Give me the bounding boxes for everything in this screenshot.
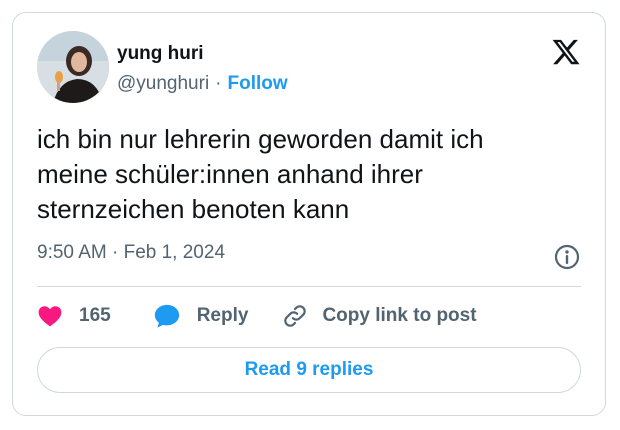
- author-handle[interactable]: @yunghuri: [117, 73, 209, 94]
- like-button[interactable]: 165: [37, 303, 111, 329]
- tweet-card: yung huri @yunghuri · Follow ich bin nur l…: [12, 12, 606, 416]
- author-name[interactable]: yung huri: [117, 43, 204, 65]
- info-icon[interactable]: [553, 243, 581, 271]
- avatar[interactable]: [37, 31, 109, 103]
- link-icon: [284, 305, 307, 327]
- copy-link-label: Copy link to post: [322, 305, 477, 326]
- heart-icon: [38, 306, 62, 327]
- divider: [37, 286, 581, 287]
- reply-label: Reply: [196, 305, 249, 326]
- tweet-timestamp[interactable]: 9:50 AM · Feb 1, 2024: [37, 242, 225, 264]
- author-handle-row: @yunghuri · Follow: [117, 73, 288, 95]
- like-count: 165: [79, 305, 111, 326]
- avatar-photo: [37, 31, 109, 103]
- follow-button[interactable]: Follow: [228, 73, 288, 94]
- action-bar: 165 Reply Copy link to post: [37, 301, 477, 331]
- copy-link-button[interactable]: Copy link to post: [282, 303, 477, 329]
- handle-separator: ·: [215, 73, 222, 94]
- speech-bubble-icon: [154, 304, 179, 328]
- x-logo-icon[interactable]: [551, 37, 581, 67]
- tweet-text: ich bin nur lehrerin geworden damit ich …: [37, 124, 484, 224]
- read-replies-button[interactable]: Read 9 replies: [37, 347, 581, 393]
- reply-button[interactable]: Reply: [153, 302, 249, 330]
